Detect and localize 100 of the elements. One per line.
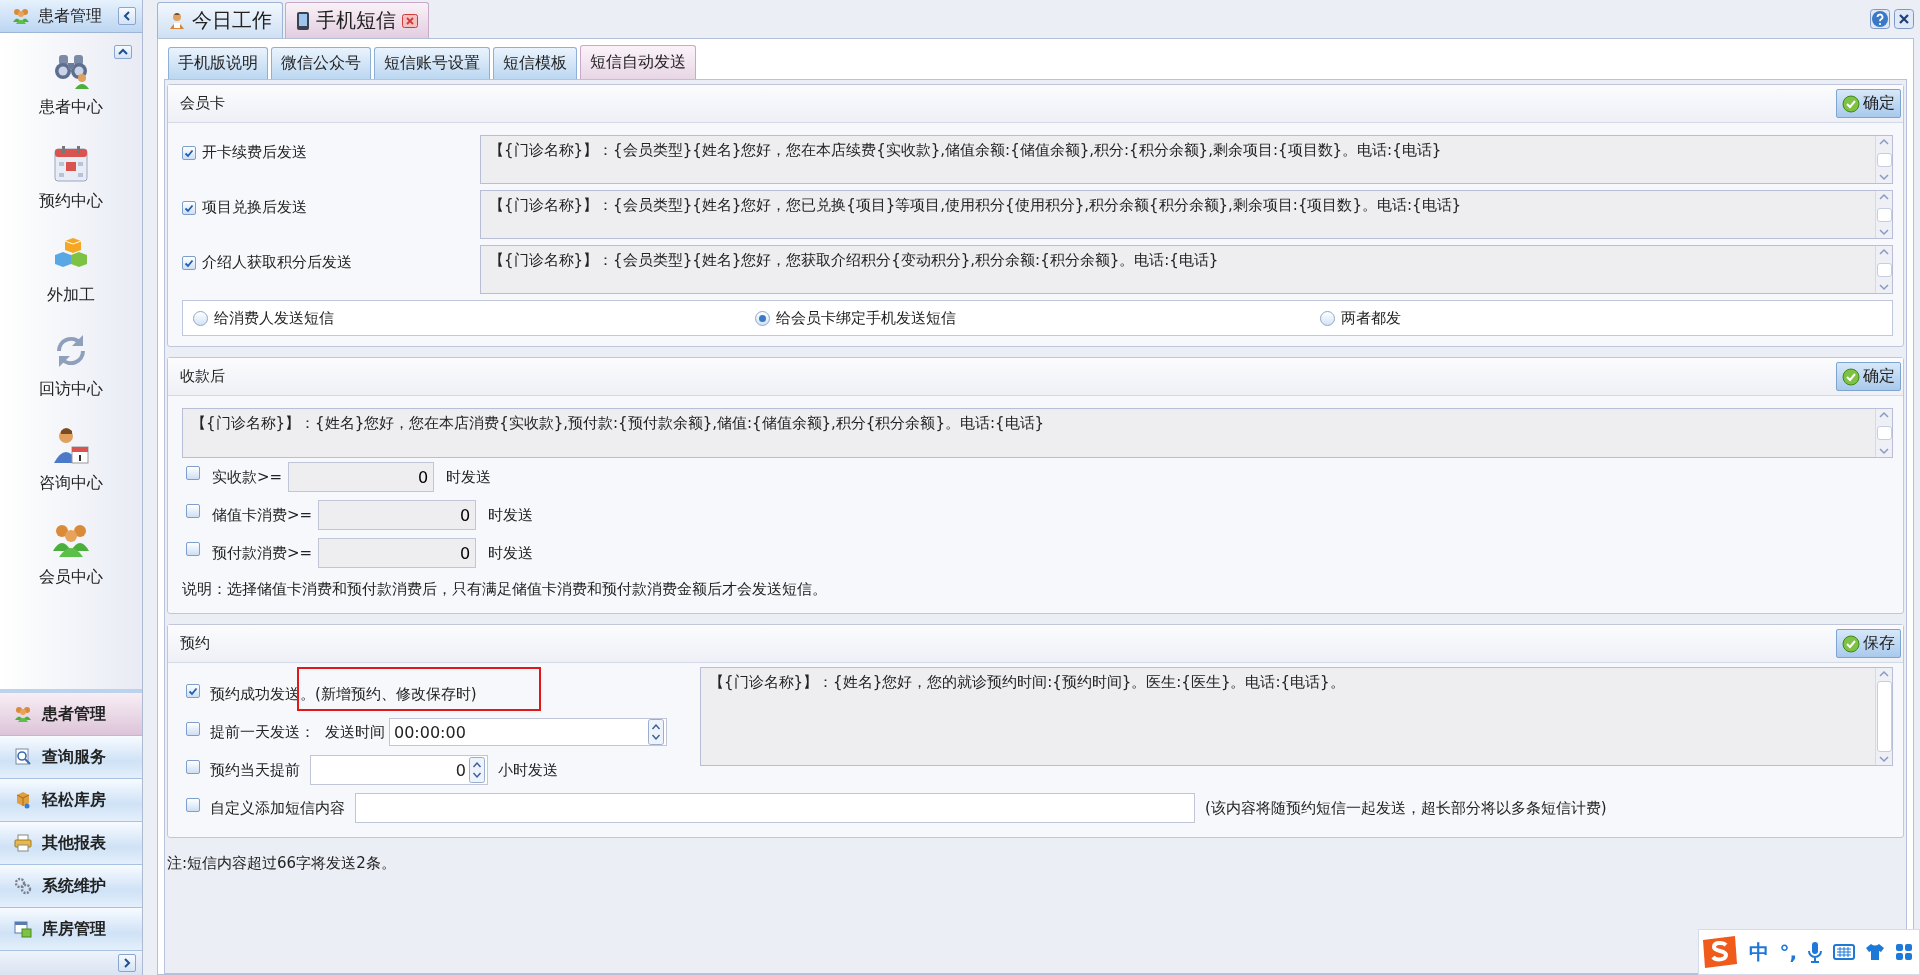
checkbox[interactable] [186,722,200,736]
message-field[interactable]: 【{门诊名称}】：{会员类型}{姓名}您好，您在本店续费{实收款},储值余额:{储值余额},积分:{积分余额},剩余项目:{项目数}。电话:{电话} [480,135,1893,184]
checkbox[interactable] [186,760,200,774]
chevron-down-icon[interactable] [1877,754,1891,764]
sidebar-title: 患者管理 [38,5,103,27]
field-label: 储值卡消费>= [212,505,313,525]
checkbox[interactable] [182,255,196,270]
chevron-down-icon[interactable] [1877,282,1891,292]
printer-icon [14,834,32,852]
sidebar-item[interactable]: 回访中心 [0,327,142,421]
grid-icon[interactable] [1895,943,1913,961]
phone-icon [296,10,310,31]
checkbox-label: 预约当天提前 [210,760,300,780]
message-field[interactable]: 【{门诊名称}】：{姓名}您好，您在本店消费{实收款},预付款:{预付款余额},储值:{储值余额},积分{积分余额}。电话:{电话} [182,408,1893,458]
expand-button[interactable] [118,954,136,972]
chevron-down-icon[interactable] [1877,227,1891,237]
checkbox-label: 介绍人获取积分后发送 [202,253,352,272]
chevron-up-icon[interactable] [1877,410,1891,420]
number-field[interactable]: 0 [310,755,488,785]
message-field[interactable]: 【{门诊名称}】：{姓名}您好，您的就诊预约时间:{预约时间}。医生:{医生}。电话:{电话}。 [700,667,1893,766]
text-field[interactable] [355,793,1195,823]
chevron-up-icon [118,48,128,56]
chevron-down-icon[interactable] [1877,172,1891,182]
tab[interactable]: 微信公众号 [271,47,371,79]
nav-item[interactable]: 患者管理 [0,693,142,736]
sidebar-item[interactable]: 预约中心 [0,139,142,233]
shirt-icon[interactable] [1865,943,1885,961]
chevron-up-icon[interactable] [1877,192,1891,202]
amount-field[interactable]: 0 [318,538,477,568]
checkbox-label: 自定义添加短信内容 [210,798,345,818]
close-icon[interactable] [1894,9,1914,29]
chevron-down-icon[interactable] [1877,446,1891,456]
spin-button[interactable] [469,757,485,783]
window-icon [14,920,32,938]
nav-item[interactable]: 库房管理 [0,908,142,951]
confirm-button[interactable]: 确定 [1836,362,1901,391]
checkbox[interactable] [186,466,200,480]
scrollbar[interactable] [1875,409,1892,457]
message-field[interactable]: 【{门诊名称}】：{会员类型}{姓名}您好，您已兑换{项目}等项目,使用积分{使用积分},积分余额{积分余额},剩余项目:{项目数}。电话:{电话} [480,190,1893,239]
nav-item[interactable]: 查询服务 [0,736,142,779]
time-field[interactable]: 00:00:00 [389,718,667,746]
hint-text: (该内容将随预约短信一起发送，超长部分将以多条短信计费) [1205,798,1607,818]
close-icon[interactable] [402,13,418,28]
sidebar-item[interactable]: 会员中心 [0,515,142,609]
keyboard-icon[interactable] [1833,943,1855,961]
checkbox[interactable] [186,684,200,698]
checkbox-label: 开卡续费后发送 [202,143,307,162]
checkbox-label: 提前一天发送： [210,722,315,742]
nav-item[interactable]: 轻松库房 [0,779,142,822]
input-mode-button[interactable]: 中 [1749,938,1770,966]
radio-button[interactable] [755,310,770,326]
amount-field[interactable]: 0 [288,462,435,492]
checkbox-label: 项目兑换后发送 [202,198,307,217]
checkbox[interactable] [186,798,200,812]
radio-label: 给消费人发送短信 [214,308,334,328]
sidebar-item[interactable]: 患者中心 [0,45,142,139]
sidebar-item[interactable]: 咨询中心 [0,421,142,515]
window-tab[interactable]: 今日工作 [157,2,283,38]
scrollbar[interactable] [1875,136,1892,183]
message-field[interactable]: 【{门诊名称}】：{会员类型}{姓名}您好，您获取介绍积分{变动积分},积分余额:{积分余额}。电话:{电话} [480,245,1893,294]
radio-label: 两者都发 [1341,308,1401,328]
punctuation-button[interactable]: °, [1779,940,1797,964]
amount-field[interactable]: 0 [318,500,477,530]
confirm-button[interactable]: 确定 [1836,89,1901,118]
tab[interactable]: 短信模板 [493,47,577,79]
radio-button[interactable] [1320,310,1335,326]
check-icon [1842,634,1860,653]
microphone-icon[interactable] [1807,941,1823,963]
checkbox[interactable] [186,542,200,556]
checkbox[interactable] [182,145,196,160]
collapse-button[interactable] [118,7,136,25]
scrollbar[interactable] [1875,191,1892,238]
tab[interactable]: 短信账号设置 [374,47,490,79]
nav-item[interactable]: 其他报表 [0,822,142,865]
tab[interactable]: 短信自动发送 [580,45,696,79]
scroll-up-button[interactable] [114,45,132,59]
chevron-up-icon[interactable] [1877,669,1891,679]
note-text: 说明：选择储值卡消费和预付款消费后，只有满足储值卡消费和预付款消费金额后才会发送短信。 [182,579,828,600]
chevron-left-icon [122,11,132,21]
box-icon [14,791,32,809]
scrollbar[interactable] [1875,246,1892,293]
window-tab[interactable]: 手机短信 [285,2,429,38]
tab[interactable]: 手机版说明 [168,47,268,79]
field-suffix: 时发送 [488,505,534,525]
field-suffix: 时发送 [488,543,534,563]
search-icon [14,748,32,766]
nav-item[interactable]: 系统维护 [0,865,142,908]
sidebar-item[interactable]: 外加工 [0,233,142,327]
chevron-up-icon[interactable] [1877,137,1891,147]
help-icon[interactable] [1870,9,1890,29]
field-label: 预付款消费>= [212,543,313,563]
checkbox[interactable] [186,504,200,518]
people-icon [12,7,30,25]
section-title: 收款后 [180,367,225,386]
checkbox[interactable] [182,200,196,215]
spin-button[interactable] [648,719,664,745]
radio-button[interactable] [193,310,208,326]
chevron-up-icon[interactable] [1877,247,1891,257]
confirm-button[interactable]: 保存 [1836,629,1901,658]
scrollbar[interactable] [1875,668,1892,765]
